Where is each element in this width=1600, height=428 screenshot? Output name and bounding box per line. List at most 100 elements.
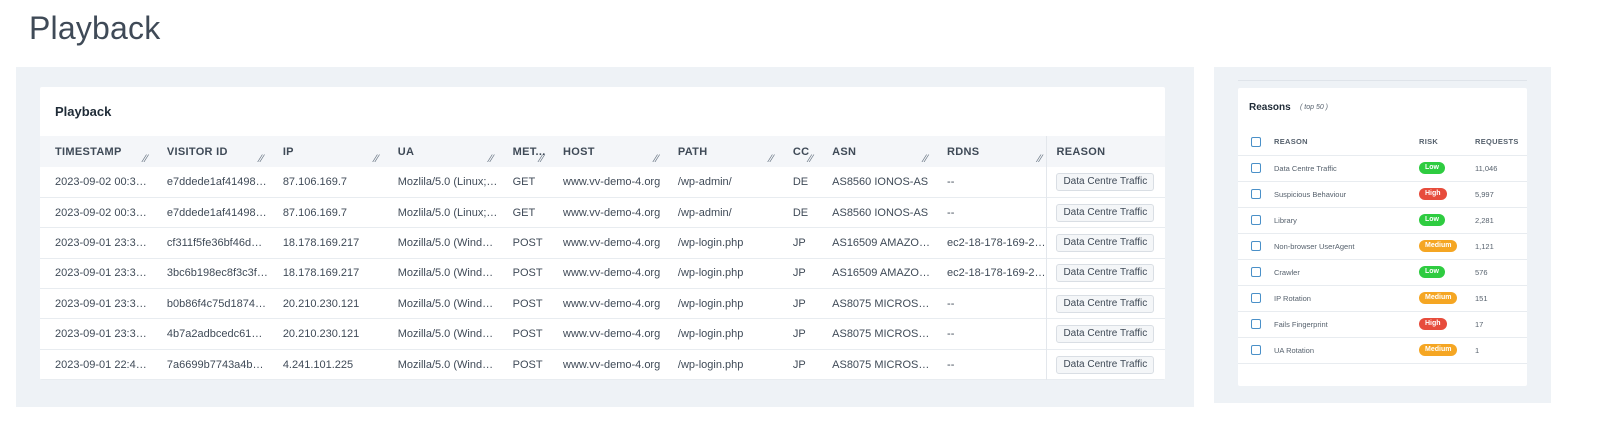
- table-row[interactable]: 2023-09-02 00:33:33 e7ddede1af414986c... 8…: [40, 197, 1165, 228]
- col-header-label: PATH: [677, 145, 708, 158]
- request-count: 11,046: [1475, 163, 1498, 173]
- column-resize-handle-icon[interactable]: ⁄⁄: [489, 153, 493, 165]
- list-item[interactable]: Crawler Low 576: [1238, 259, 1527, 285]
- table-row[interactable]: 2023-09-01 22:45:02 7a6699b7743a4b27... 4.…: [40, 349, 1165, 380]
- col-header-ip[interactable]: IP ⁄⁄: [268, 136, 383, 167]
- column-resize-handle-icon[interactable]: ⁄⁄: [144, 153, 148, 165]
- cell-path: /wp-login.php: [677, 328, 744, 341]
- list-item[interactable]: Data Centre Traffic Low 11,046: [1238, 155, 1527, 181]
- request-count: 1,121: [1475, 241, 1494, 251]
- reason-checkbox[interactable]: [1251, 215, 1261, 225]
- reason-checkbox[interactable]: [1251, 319, 1261, 329]
- col-header-reason[interactable]: REASON: [1274, 129, 1419, 155]
- request-count: 576: [1475, 267, 1488, 277]
- cell-ip: 4.241.101.225: [282, 358, 354, 371]
- reason-label: IP Rotation: [1274, 293, 1311, 303]
- cell-reason: Data Centre Traffic: [1046, 227, 1165, 259]
- reasons-title: Reasons: [1249, 102, 1291, 113]
- cell-asn: AS8560 IONOS-AS: [832, 175, 929, 188]
- col-header-cc[interactable]: CC ⁄⁄: [778, 136, 817, 167]
- table-row[interactable]: 2023-09-02 00:33:40 e7ddede1af414986c... 8…: [40, 167, 1165, 198]
- col-header-method[interactable]: MET... ⁄⁄: [498, 136, 548, 167]
- list-item[interactable]: Fails Fingerprint High 17: [1238, 311, 1527, 337]
- cell-ip: 18.178.169.217: [282, 236, 360, 249]
- col-header-label: RDNS: [947, 145, 980, 158]
- reason-checkbox[interactable]: [1251, 345, 1261, 355]
- reason-tag[interactable]: Data Centre Traffic: [1056, 294, 1155, 313]
- cell-visitor-id: 3bc6b198ec8f3c3fd...: [166, 267, 268, 280]
- list-item[interactable]: IP Rotation Medium 151: [1238, 285, 1527, 311]
- select-all-checkbox[interactable]: [1251, 136, 1261, 147]
- column-resize-handle-icon[interactable]: ⁄⁄: [540, 153, 544, 165]
- col-header-timestamp[interactable]: TIMESTAMP ⁄⁄: [40, 136, 152, 167]
- cell-ua: Mozlila/5.0 (Linux; A...: [397, 206, 498, 219]
- cell-asn: AS8075 MICROSOFT...: [832, 297, 932, 310]
- cell-rdns: ec2-18-178-169-217...: [947, 267, 1047, 280]
- request-count: 2,281: [1475, 215, 1494, 225]
- cell-ip: 87.106.169.7: [282, 175, 348, 188]
- cell-visitor-id: e7ddede1af414986c...: [166, 206, 268, 219]
- col-header-rdns[interactable]: RDNS ⁄⁄: [932, 136, 1047, 167]
- playback-panel: Playback TIMESTAMP ⁄⁄ VISITOR ID ⁄⁄ IP ⁄⁄ UA ⁄⁄…: [16, 67, 1194, 407]
- reasons-table: REASON RISK REQUESTS Data Centre Traffic…: [1238, 129, 1527, 364]
- cell-path: /wp-login.php: [677, 267, 744, 280]
- cell-ip: 18.178.169.217: [282, 267, 360, 280]
- playback-card-title: Playback: [55, 104, 112, 119]
- col-header-risk[interactable]: RISK: [1419, 129, 1475, 155]
- table-row[interactable]: 2023-09-01 23:34:21 3bc6b198ec8f3c3fd... 1…: [40, 258, 1165, 289]
- risk-badge: Medium: [1419, 344, 1458, 356]
- cell-timestamp: 2023-09-01 23:34:21: [55, 236, 152, 249]
- col-header-reason[interactable]: REASON: [1046, 136, 1165, 167]
- column-resize-handle-icon[interactable]: ⁄⁄: [655, 153, 659, 165]
- playback-table: TIMESTAMP ⁄⁄ VISITOR ID ⁄⁄ IP ⁄⁄ UA ⁄⁄ MET... ⁄⁄ H…: [40, 136, 1165, 380]
- list-item[interactable]: UA Rotation Medium 1: [1238, 337, 1527, 363]
- column-resize-handle-icon[interactable]: ⁄⁄: [770, 153, 774, 165]
- reason-checkbox[interactable]: [1251, 293, 1261, 303]
- col-header-ua[interactable]: UA ⁄⁄: [383, 136, 498, 167]
- cell-ua: Mozlila/5.0 (Linux; A...: [397, 175, 498, 188]
- col-header-visitor-id[interactable]: VISITOR ID ⁄⁄: [152, 136, 268, 167]
- table-row[interactable]: 2023-09-01 23:34:21 cf311f5fe36bf46d29...…: [40, 227, 1165, 259]
- column-resize-handle-icon[interactable]: ⁄⁄: [924, 153, 928, 165]
- col-header-asn[interactable]: ASN ⁄⁄: [817, 136, 932, 167]
- reason-tag[interactable]: Data Centre Traffic: [1056, 355, 1155, 374]
- cell-ip: 87.106.169.7: [282, 206, 348, 219]
- list-item[interactable]: Suspicious Behaviour High 5,997: [1238, 181, 1527, 207]
- column-resize-handle-icon[interactable]: ⁄⁄: [1038, 153, 1042, 165]
- col-header-label: CC: [792, 145, 810, 158]
- cell-method: POST: [512, 297, 543, 310]
- cell-cc: JP: [792, 358, 806, 371]
- reason-tag[interactable]: Data Centre Traffic: [1056, 203, 1155, 222]
- col-header-path[interactable]: PATH ⁄⁄: [663, 136, 778, 167]
- reason-checkbox[interactable]: [1251, 241, 1261, 251]
- risk-badge: High: [1419, 188, 1447, 200]
- cell-timestamp: 2023-09-02 00:33:33: [55, 206, 152, 219]
- reason-tag[interactable]: Data Centre Traffic: [1056, 172, 1155, 191]
- table-row[interactable]: 2023-09-01 23:34:15 4b7a2adbcedc6177... 20…: [40, 318, 1165, 350]
- cell-path: /wp-login.php: [677, 358, 744, 371]
- cell-ip: 20.210.230.121: [282, 297, 360, 310]
- reason-checkbox[interactable]: [1251, 267, 1261, 277]
- col-header-requests[interactable]: REQUESTS: [1475, 129, 1527, 155]
- request-count: 17: [1475, 319, 1484, 329]
- reason-tag[interactable]: Data Centre Traffic: [1056, 233, 1155, 252]
- table-row[interactable]: 2023-09-01 23:34:15 b0b86f4c75d187463... 2…: [40, 288, 1165, 319]
- column-resize-handle-icon[interactable]: ⁄⁄: [809, 153, 813, 165]
- cell-cc: DE: [792, 206, 809, 219]
- reasons-panel: Reasons ( top 50 ) REASON RISK REQUESTS …: [1214, 67, 1551, 403]
- cell-visitor-id: 7a6699b7743a4b27...: [166, 358, 268, 371]
- list-item[interactable]: Library Low 2,281: [1238, 207, 1527, 233]
- cell-asn: AS8075 MICROSOFT...: [832, 328, 932, 341]
- reason-checkbox[interactable]: [1251, 189, 1261, 199]
- cell-timestamp: 2023-09-01 23:34:21: [55, 267, 152, 280]
- reason-checkbox[interactable]: [1251, 163, 1261, 173]
- cell-asn: AS8560 IONOS-AS: [832, 206, 929, 219]
- reason-tag[interactable]: Data Centre Traffic: [1056, 325, 1155, 344]
- column-resize-handle-icon[interactable]: ⁄⁄: [260, 153, 264, 165]
- cell-path: /wp-admin/: [677, 175, 732, 188]
- cell-host: www.vv-demo-4.org: [563, 175, 661, 188]
- list-item[interactable]: Non-browser UserAgent Medium 1,121: [1238, 233, 1527, 259]
- col-header-host[interactable]: HOST ⁄⁄: [548, 136, 663, 167]
- column-resize-handle-icon[interactable]: ⁄⁄: [374, 153, 378, 165]
- reason-tag[interactable]: Data Centre Traffic: [1056, 264, 1155, 283]
